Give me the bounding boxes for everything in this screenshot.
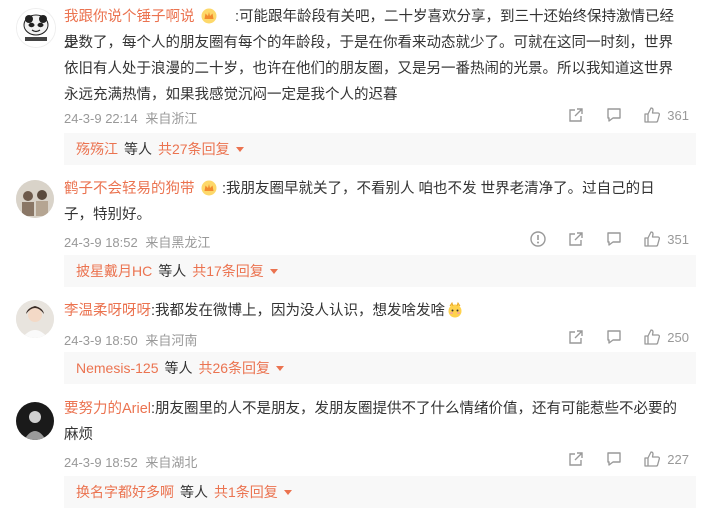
caret-down-icon xyxy=(235,147,244,152)
comment-actions: 250 xyxy=(547,328,689,346)
like-button[interactable]: 361 xyxy=(643,106,689,124)
thumbs-up-icon xyxy=(644,107,661,123)
share-button[interactable] xyxy=(567,450,585,468)
reply-etc: 等人 xyxy=(164,360,193,376)
comment-icon xyxy=(607,108,621,122)
like-count: 361 xyxy=(667,107,689,123)
comment-meta: 24-3-9 18:52 来自湖北 xyxy=(64,452,197,471)
reply-summary[interactable]: 披星戴月HC 等人 共17条回复 xyxy=(64,255,696,287)
comment-actions: 227 xyxy=(547,450,689,468)
share-icon xyxy=(569,232,583,246)
comment-location: 来自湖北 xyxy=(145,455,198,470)
comment-meta: 24-3-9 18:52 来自黑龙江 xyxy=(64,232,210,251)
comment-text-line: 依旧有人处于浪漫的二十岁，也许在他们的朋友圈，又是另一番热闹的光景。所以我知道这… xyxy=(64,61,673,77)
share-icon xyxy=(569,330,583,344)
report-button[interactable] xyxy=(529,230,547,248)
comment-text-continued: 子，特别好。 xyxy=(64,202,684,228)
comment-text-line: :我朋友圈早就关了，不看别人 咱也不发 世界老清净了。过自己的日 xyxy=(222,181,655,197)
reply-total[interactable]: 共1条回复 xyxy=(214,484,278,500)
share-button[interactable] xyxy=(567,106,585,124)
reply-etc: 等人 xyxy=(124,141,152,157)
comment-text-continued: 麻烦 xyxy=(64,422,684,448)
comment-text: :我都发在微博上，因为没人认识，想发啥发啥 xyxy=(151,303,446,319)
reply-summary[interactable]: 换名字都好多啊 等人 共1条回复 xyxy=(64,476,696,508)
share-button[interactable] xyxy=(567,230,585,248)
like-button[interactable]: 351 xyxy=(643,230,689,248)
like-button[interactable]: 227 xyxy=(643,450,689,468)
comment-location: 来自黑龙江 xyxy=(145,235,211,250)
avatar[interactable] xyxy=(16,180,54,218)
caret-down-icon xyxy=(269,269,278,274)
comment-text-line: 子，特别好。 xyxy=(64,207,151,223)
thumbs-up-icon xyxy=(644,451,661,467)
like-count: 351 xyxy=(667,231,689,247)
comment-text: :我朋友圈早就关了，不看别人 咱也不发 世界老清净了。过自己的日 xyxy=(64,176,684,202)
comment-meta: 24-3-9 18:50 来自河南 xyxy=(64,330,197,349)
comment-date: 24-3-9 18:52 xyxy=(64,235,138,250)
comment-icon xyxy=(607,330,621,344)
share-button[interactable] xyxy=(567,328,585,346)
share-icon xyxy=(569,108,583,122)
warning-icon xyxy=(530,231,546,247)
comment-date: 24-3-9 18:50 xyxy=(64,333,138,348)
comment-header: 要努力的Ariel:朋友圈里的人不是朋友，发朋友圈提供不了什么情绪价值，还有可能… xyxy=(64,396,677,422)
comment-icon xyxy=(607,452,621,466)
avatar[interactable] xyxy=(16,8,56,48)
reply-total[interactable]: 共17条回复 xyxy=(192,263,264,279)
shy-face-icon xyxy=(447,301,463,318)
comment-item: 我跟你说个锤子啊说 :可能跟年龄段有关吧，二十岁喜欢分享，到三十还始终保持激情已… xyxy=(0,0,711,170)
comment-text-line: 永远充满热情，如果我感觉沉闷一定是我个人的迟暮 xyxy=(64,87,398,103)
comment-location: 来自浙江 xyxy=(145,111,198,126)
comment-item: 鹤子不会轻易的狗带 :我朋友圈早就关了，不看别人 咱也不发 世界老清净了。过自己… xyxy=(0,172,711,290)
comment-author[interactable]: 要努力的Ariel xyxy=(64,401,151,417)
comment-text-line: 少数了，每个人的朋友圈有每个的年龄段，于是在你看来动态就少了。可就在这同一时刻，… xyxy=(64,35,673,51)
thumbs-up-icon xyxy=(644,329,661,345)
reply-user[interactable]: 换名字都好多啊 xyxy=(76,484,174,500)
comment-text-continued: 少数了，每个人的朋友圈有每个的年龄段，于是在你看来动态就少了。可就在这同一时刻，… xyxy=(64,30,684,108)
reply-summary[interactable]: Nemesis-125 等人 共26条回复 xyxy=(64,352,696,384)
comment-button[interactable] xyxy=(605,450,623,468)
reply-total[interactable]: 共26条回复 xyxy=(198,360,270,376)
reply-summary[interactable]: 殇殇江 等人 共27条回复 xyxy=(64,133,696,165)
reply-total[interactable]: 共27条回复 xyxy=(158,141,230,157)
comment-text-line: 麻烦 xyxy=(64,427,93,443)
comment-actions: 361 xyxy=(547,106,689,124)
comment-author[interactable]: 李温柔呀呀呀 xyxy=(64,303,151,319)
caret-down-icon xyxy=(283,490,292,495)
comment-date: 24-3-9 18:52 xyxy=(64,455,138,470)
reply-user[interactable]: 殇殇江 xyxy=(76,141,118,157)
like-count: 227 xyxy=(667,451,689,467)
comment-item: 李温柔呀呀呀:我都发在微博上，因为没人认识，想发啥发啥 24-3-9 18:50… xyxy=(0,294,711,386)
avatar[interactable] xyxy=(16,402,54,440)
thumbs-up-icon xyxy=(644,231,661,247)
comment-item: 要努力的Ariel:朋友圈里的人不是朋友，发朋友圈提供不了什么情绪价值，还有可能… xyxy=(0,396,711,508)
share-icon xyxy=(569,452,583,466)
comment-button[interactable] xyxy=(605,106,623,124)
like-button[interactable]: 250 xyxy=(643,328,689,346)
reply-etc: 等人 xyxy=(158,263,187,279)
avatar[interactable] xyxy=(16,300,54,338)
caret-down-icon xyxy=(276,366,285,371)
comment-header: 李温柔呀呀呀:我都发在微博上，因为没人认识，想发啥发啥 xyxy=(64,298,463,324)
comment-location: 来自河南 xyxy=(145,333,198,348)
comment-meta: 24-3-9 22:14 来自浙江 xyxy=(64,108,197,127)
comment-actions: 351 xyxy=(509,230,689,248)
reply-user[interactable]: Nemesis-125 xyxy=(76,360,158,376)
reply-etc: 等人 xyxy=(180,484,208,500)
comment-date: 24-3-9 22:14 xyxy=(64,111,138,126)
like-count: 250 xyxy=(667,329,689,345)
comment-text: :朋友圈里的人不是朋友，发朋友圈提供不了什么情绪价值，还有可能惹些不必要的 xyxy=(151,401,678,417)
comment-button[interactable] xyxy=(605,328,623,346)
reply-user[interactable]: 披星戴月HC xyxy=(76,263,152,279)
comment-button[interactable] xyxy=(605,230,623,248)
comment-icon xyxy=(607,232,621,246)
